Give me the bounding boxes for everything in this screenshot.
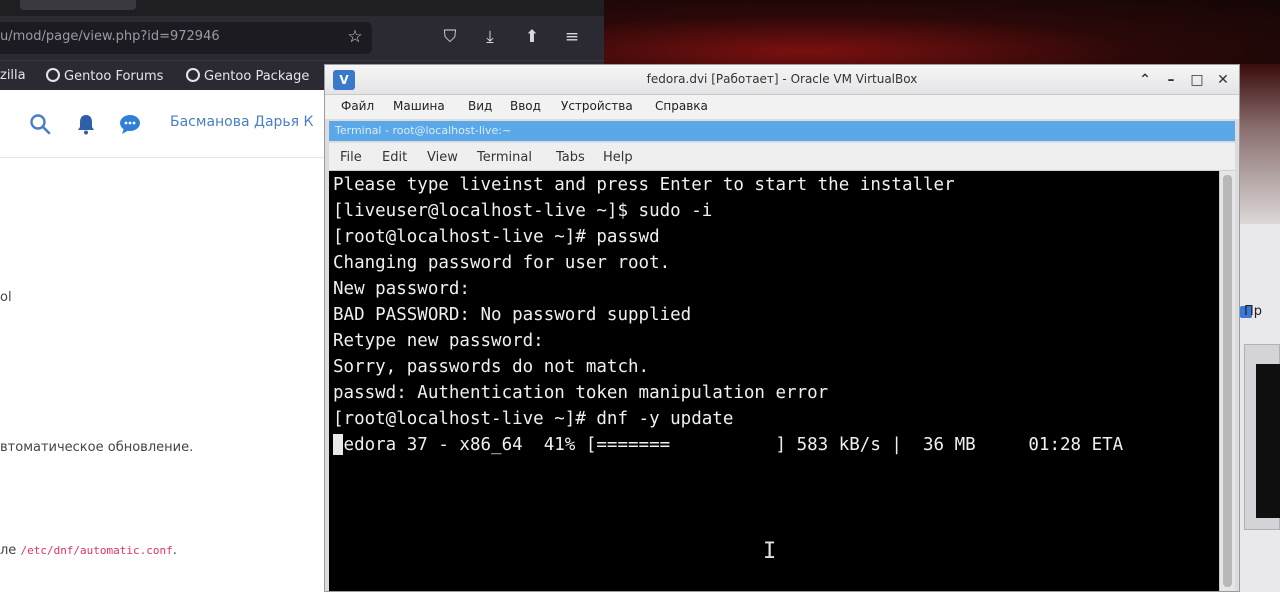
maximize-button[interactable]: □ <box>1187 70 1207 90</box>
globe-icon <box>46 68 60 82</box>
terminal-menu-tabs[interactable]: Tabs <box>556 150 585 165</box>
virtualbox-menubar: Файл Машина Вид Ввод Устройства Справка <box>325 95 1239 119</box>
page-text-suffix: . <box>172 543 177 558</box>
guest-display[interactable]: Terminal - root@localhost-live:~ File Ed… <box>325 119 1239 591</box>
browser-toolbar: u/mod/page/view.php?id=972946 ☆ ⛉ ⤓ ⬆ ≡ <box>0 16 604 60</box>
config-path-code: /etc/dnf/automatic.conf <box>20 544 173 557</box>
bookmark-label: Gentoo Forums <box>64 69 164 84</box>
minimize-button[interactable]: – <box>1161 70 1181 90</box>
bell-icon[interactable] <box>74 112 98 136</box>
search-icon[interactable] <box>28 112 52 136</box>
terminal-menu-terminal[interactable]: Terminal <box>477 150 532 165</box>
bookmark-item[interactable]: zilla <box>0 68 26 83</box>
globe-icon <box>186 68 200 82</box>
virtualbox-window: V fedora.dvi [Работает] - Oracle VM Virt… <box>324 64 1240 592</box>
page-text-prefix: ле <box>0 543 21 558</box>
terminal-title: Terminal - root@localhost-live:~ <box>335 124 512 137</box>
user-menu-name[interactable]: Басманова Дарья К <box>170 114 314 130</box>
menu-help[interactable]: Справка <box>655 99 708 113</box>
address-bar-url[interactable]: u/mod/page/view.php?id=972946 <box>0 29 220 44</box>
terminal-line: [liveuser@localhost-live ~]$ sudo -i <box>333 201 713 221</box>
bookmark-label: Gentoo Package <box>204 69 310 84</box>
terminal-line: Sorry, passwords do not match. <box>333 357 650 377</box>
terminal-menu-help[interactable]: Help <box>603 150 633 165</box>
chat-icon[interactable] <box>118 112 142 136</box>
terminal-menu-edit[interactable]: Edit <box>382 150 407 165</box>
window-title: fedora.dvi [Работает] - Oracle VM Virtua… <box>646 72 918 86</box>
desktop-wallpaper <box>604 0 1280 64</box>
page-text-fragment: ol <box>0 290 12 305</box>
menu-machine[interactable]: Машина <box>393 99 445 113</box>
text-cursor-ibeam-icon: I <box>763 539 777 564</box>
terminal-menubar: File Edit View Terminal Tabs Help <box>329 143 1235 171</box>
bookmark-gentoo-forums[interactable]: Gentoo Forums <box>46 68 163 84</box>
terminal-line: BAD PASSWORD: No password supplied <box>333 305 692 325</box>
page-text-fragment: втоматическое обновление. <box>0 440 194 455</box>
background-terminal-preview <box>1256 364 1280 518</box>
terminal-menu-view[interactable]: View <box>427 150 458 165</box>
terminal-output[interactable]: Please type liveinst and press Enter to … <box>329 171 1219 591</box>
downloads-icon[interactable]: ⤓ <box>479 26 501 48</box>
bookmark-star-icon[interactable]: ☆ <box>344 26 366 48</box>
menu-file[interactable]: Файл <box>341 99 374 113</box>
menu-devices[interactable]: Устройства <box>561 99 633 113</box>
terminal-line: Please type liveinst and press Enter to … <box>333 175 955 195</box>
shade-button[interactable]: ⌃ <box>1135 70 1155 90</box>
terminal-scrollbar[interactable] <box>1219 171 1235 591</box>
page-text-fragment: ле /etc/dnf/automatic.conf. <box>0 543 177 558</box>
virtualbox-titlebar[interactable]: V fedora.dvi [Работает] - Oracle VM Virt… <box>325 65 1239 95</box>
bookmark-gentoo-package[interactable]: Gentoo Package <box>186 68 309 84</box>
terminal-line: [root@localhost-live ~]# passwd <box>333 227 660 247</box>
address-bar[interactable]: u/mod/page/view.php?id=972946 <box>0 22 372 54</box>
terminal-line: Retype new password: <box>333 331 544 351</box>
terminal-cursor <box>333 434 343 455</box>
menu-view[interactable]: Вид <box>468 99 492 113</box>
terminal-line: [root@localhost-live ~]# dnf -y update <box>333 409 734 429</box>
pocket-icon[interactable]: ⛉ <box>439 26 461 48</box>
terminal-line: New password: <box>333 279 470 299</box>
scrollbar-thumb[interactable] <box>1223 175 1232 587</box>
terminal-titlebar[interactable]: Terminal - root@localhost-live:~ <box>329 121 1235 141</box>
terminal-line: passwd: Authentication token manipulatio… <box>333 383 829 403</box>
browser-tab-strip <box>0 0 604 16</box>
extensions-icon[interactable]: ⬆ <box>521 26 543 48</box>
browser-tab[interactable] <box>20 0 136 10</box>
menu-input[interactable]: Ввод <box>510 99 541 113</box>
close-button[interactable]: ✕ <box>1213 70 1233 90</box>
terminal-progress-line: Fedora 37 - x86_64 41% [======= ] 583 kB… <box>333 435 1124 455</box>
terminal-menu-file[interactable]: File <box>340 150 362 165</box>
terminal-line: Changing password for user root. <box>333 253 671 273</box>
background-window-label: Пр <box>1244 304 1263 319</box>
menu-icon[interactable]: ≡ <box>561 26 583 48</box>
desktop-wallpaper-edge <box>1238 64 1280 224</box>
